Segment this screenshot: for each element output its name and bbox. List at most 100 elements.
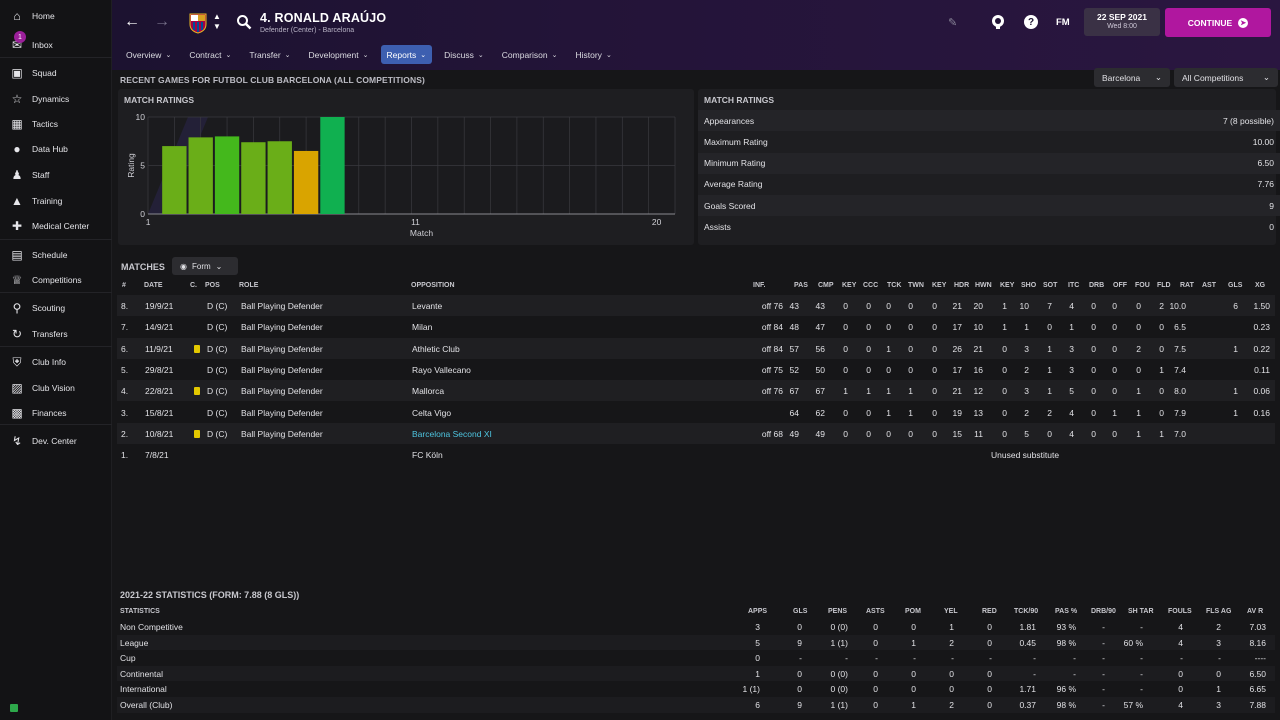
column-header[interactable]: HWN bbox=[975, 282, 992, 289]
sidebar-item-squad[interactable]: ▣ Squad bbox=[0, 61, 112, 85]
rating-bar[interactable] bbox=[267, 141, 292, 214]
sidebar-item-schedule[interactable]: ▤ Schedule bbox=[0, 243, 112, 267]
match-row[interactable]: 5. 29/8/21 D (C) Ball Playing Defender Rayo … bbox=[117, 359, 1275, 380]
column-header[interactable]: POS bbox=[205, 282, 220, 289]
stats-column-header[interactable]: ASTS bbox=[866, 608, 885, 615]
tab-development[interactable]: Development ⌄ bbox=[303, 45, 375, 64]
column-header[interactable]: GLS bbox=[1228, 282, 1242, 289]
match-stat-key: 0 bbox=[932, 301, 937, 311]
column-header[interactable]: SHO bbox=[1021, 282, 1036, 289]
sidebar-item-staff[interactable]: ♟ Staff bbox=[0, 163, 112, 187]
back-arrow-icon[interactable]: ← bbox=[122, 12, 142, 32]
stats-column-header[interactable]: POM bbox=[905, 608, 921, 615]
match-row[interactable]: 1. 7/8/21 FC Köln Unused substitute bbox=[117, 444, 1275, 465]
fm-logo[interactable]: FM bbox=[1056, 17, 1070, 28]
sidebar-item-home[interactable]: ⌂ Home bbox=[0, 4, 112, 28]
stats-column-header[interactable]: PENS bbox=[828, 608, 847, 615]
stats-column-header[interactable]: APPS bbox=[748, 608, 767, 615]
column-header[interactable]: INF. bbox=[753, 282, 765, 289]
stats-column-header[interactable]: DRB/90 bbox=[1091, 608, 1116, 615]
stats-column-header[interactable]: FOULS bbox=[1168, 608, 1192, 615]
match-row[interactable]: 2. 10/8/21 D (C) Ball Playing Defender Barce… bbox=[117, 422, 1275, 444]
match-row[interactable]: 4. 22/8/21 D (C) Ball Playing Defender Mallo… bbox=[117, 380, 1275, 402]
continue-button[interactable]: CONTINUE ➤ bbox=[1165, 8, 1271, 37]
match-row[interactable]: 8. 19/9/21 D (C) Ball Playing Defender Levan… bbox=[117, 295, 1275, 316]
edit-pencil-icon[interactable]: ✎ bbox=[948, 16, 960, 29]
match-opposition[interactable]: Barcelona Second XI bbox=[412, 429, 492, 439]
match-row[interactable]: 6. 11/9/21 D (C) Ball Playing Defender Athle… bbox=[117, 337, 1275, 359]
club-filter-dropdown[interactable]: Barcelona ⌄ bbox=[1094, 68, 1170, 87]
column-header[interactable]: ROLE bbox=[239, 282, 258, 289]
column-header[interactable]: PAS bbox=[794, 282, 808, 289]
search-icon[interactable] bbox=[236, 14, 252, 30]
sidebar-item-competitions[interactable]: ♕ Competitions bbox=[0, 268, 112, 292]
sidebar-item-club-info[interactable]: ⛨ Club Info bbox=[0, 350, 112, 374]
tab-reports[interactable]: Reports ⌄ bbox=[380, 45, 433, 64]
column-header[interactable]: OFF bbox=[1113, 282, 1127, 289]
rating-bar[interactable] bbox=[320, 117, 345, 214]
column-header[interactable]: AST bbox=[1202, 282, 1216, 289]
rating-bar[interactable] bbox=[162, 146, 187, 214]
column-header[interactable]: CMP bbox=[818, 282, 834, 289]
stats-column-header[interactable]: STATISTICS bbox=[120, 608, 160, 615]
tab-discuss[interactable]: Discuss ⌄ bbox=[438, 45, 490, 64]
stats-column-header[interactable]: RED bbox=[982, 608, 997, 615]
column-header[interactable]: XG bbox=[1255, 282, 1265, 289]
column-header[interactable]: KEY bbox=[932, 282, 946, 289]
sidebar-item-club-vision[interactable]: ▨ Club Vision bbox=[0, 376, 112, 400]
sidebar-item-transfers[interactable]: ↻ Transfers bbox=[0, 322, 112, 346]
stats-column-header[interactable]: AV R bbox=[1247, 608, 1263, 615]
player-switch-chevron-icon[interactable]: ▲ ▼ bbox=[212, 12, 222, 34]
form-view-dropdown[interactable]: ◉ Form ⌄ bbox=[172, 257, 238, 275]
help-icon[interactable]: ? bbox=[1024, 15, 1038, 29]
club-icon[interactable] bbox=[990, 14, 1006, 30]
sidebar-item-finances[interactable]: ▩ Finances bbox=[0, 401, 112, 425]
column-header[interactable]: FOU bbox=[1135, 282, 1150, 289]
tab-transfer[interactable]: Transfer ⌄ bbox=[243, 45, 296, 64]
sidebar-item-data-hub[interactable]: ● Data Hub bbox=[0, 137, 112, 161]
column-header[interactable]: DRB bbox=[1089, 282, 1104, 289]
sidebar-item-dynamics[interactable]: ☆ Dynamics bbox=[0, 87, 112, 111]
sidebar-item-scouting[interactable]: ⚲ Scouting bbox=[0, 296, 112, 320]
tab-overview[interactable]: Overview ⌄ bbox=[120, 45, 177, 64]
competition-filter-dropdown[interactable]: All Competitions ⌄ bbox=[1174, 68, 1278, 87]
yellow-card-icon bbox=[194, 344, 200, 353]
stats-column-header[interactable]: YEL bbox=[944, 608, 958, 615]
column-header[interactable]: HDR bbox=[954, 282, 969, 289]
sidebar-item-inbox[interactable]: ✉ Inbox 1 bbox=[0, 31, 112, 57]
column-header[interactable]: CCC bbox=[863, 282, 878, 289]
column-header[interactable]: DATE bbox=[144, 282, 163, 289]
sidebar-item-tactics[interactable]: ▦ Tactics bbox=[0, 112, 112, 136]
stats-column-header[interactable]: SH TAR bbox=[1128, 608, 1154, 615]
column-header[interactable]: # bbox=[122, 282, 126, 289]
forward-arrow-icon[interactable]: → bbox=[152, 12, 172, 32]
match-row[interactable]: 7. 14/9/21 D (C) Ball Playing Defender Milan… bbox=[117, 316, 1275, 337]
column-header[interactable]: RAT bbox=[1180, 282, 1194, 289]
column-header[interactable]: TWN bbox=[908, 282, 924, 289]
column-header[interactable]: KEY bbox=[842, 282, 856, 289]
rating-bar[interactable] bbox=[188, 137, 213, 214]
column-header[interactable]: TCK bbox=[887, 282, 901, 289]
rating-bar[interactable] bbox=[293, 150, 319, 214]
club-crest-icon[interactable] bbox=[188, 12, 208, 34]
tab-comparison[interactable]: Comparison ⌄ bbox=[496, 45, 564, 64]
column-header[interactable]: OPPOSITION bbox=[411, 282, 455, 289]
column-header[interactable]: SOT bbox=[1043, 282, 1057, 289]
stats-column-header[interactable]: PAS % bbox=[1055, 608, 1077, 615]
stats-column-header[interactable]: FLS AG bbox=[1206, 608, 1231, 615]
rating-bar[interactable] bbox=[214, 136, 240, 214]
sidebar-item-medical-center[interactable]: ✚ Medical Center bbox=[0, 214, 112, 238]
sidebar-item-training[interactable]: ▲ Training bbox=[0, 189, 112, 213]
match-row[interactable]: 3. 15/8/21 D (C) Ball Playing Defender Celta… bbox=[117, 402, 1275, 423]
rating-bar[interactable] bbox=[241, 142, 266, 214]
column-header[interactable]: KEY bbox=[1000, 282, 1014, 289]
column-header[interactable]: C. bbox=[190, 282, 197, 289]
column-header[interactable]: FLD bbox=[1157, 282, 1171, 289]
sidebar-item-dev-center[interactable]: ↯ Dev. Center bbox=[0, 429, 112, 453]
stats-column-header[interactable]: GLS bbox=[793, 608, 807, 615]
tab-history[interactable]: History ⌄ bbox=[569, 45, 617, 64]
game-date[interactable]: 22 SEP 2021 Wed 8:00 bbox=[1084, 8, 1160, 36]
column-header[interactable]: ITC bbox=[1068, 282, 1079, 289]
tab-contract[interactable]: Contract ⌄ bbox=[183, 45, 237, 64]
stats-column-header[interactable]: TCK/90 bbox=[1014, 608, 1038, 615]
